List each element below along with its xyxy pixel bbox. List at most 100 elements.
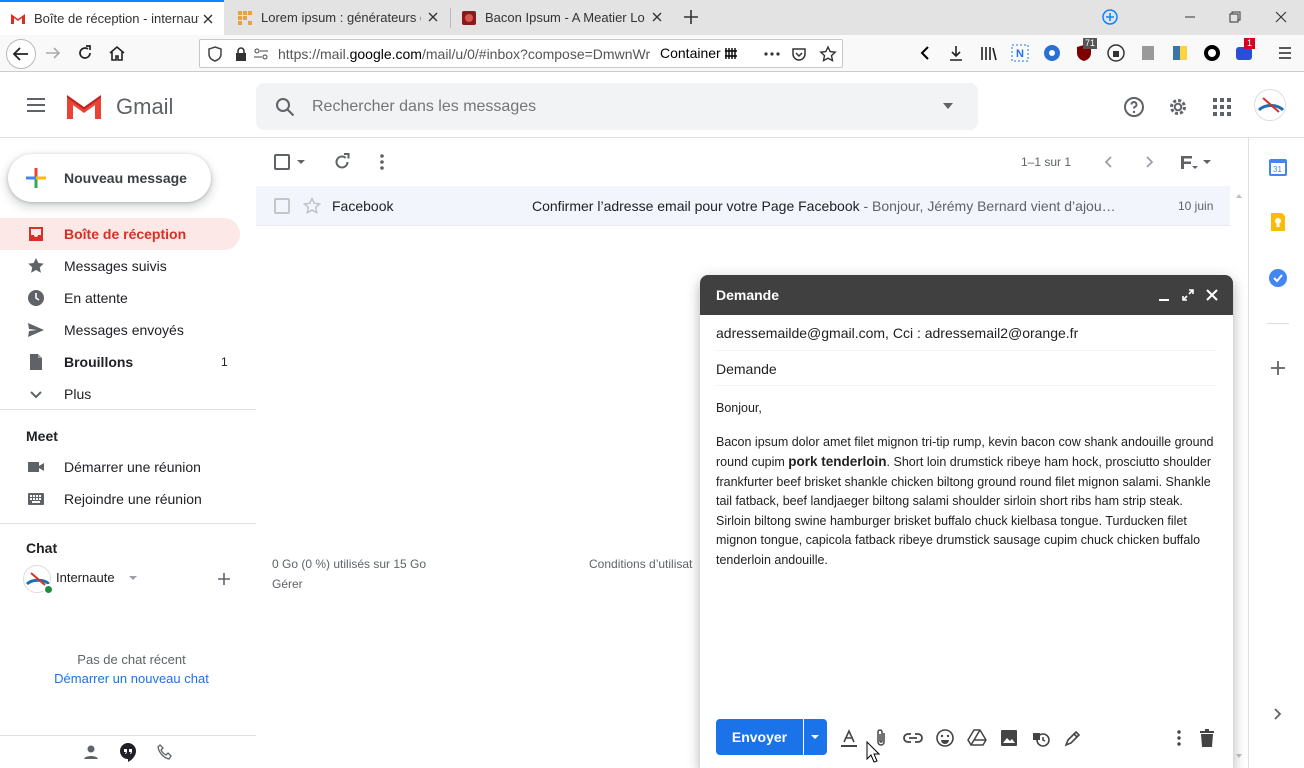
- restore-window-icon[interactable]: [1226, 8, 1244, 26]
- keep-icon[interactable]: [1268, 212, 1288, 232]
- contacts-person-icon[interactable]: [83, 744, 99, 760]
- hamburger-menu-icon[interactable]: [1276, 44, 1294, 62]
- add-addon-plus-icon[interactable]: [1269, 359, 1287, 377]
- settings-gear-icon[interactable]: [1166, 95, 1190, 119]
- discard-trash-icon[interactable]: [1196, 727, 1218, 749]
- extension-n-icon[interactable]: N: [1011, 44, 1029, 62]
- tasks-icon[interactable]: [1268, 268, 1288, 288]
- minimize-icon[interactable]: [1157, 288, 1171, 302]
- url-text[interactable]: https://mail.google.com/mail/u/0/#inbox?…: [278, 46, 650, 62]
- compose-button[interactable]: Nouveau message: [8, 154, 211, 202]
- chat-status-dropdown-icon[interactable]: [128, 574, 138, 582]
- reload-icon[interactable]: [76, 44, 94, 62]
- search-icon[interactable]: [274, 96, 296, 118]
- close-icon[interactable]: [1205, 288, 1219, 302]
- minimize-window-icon[interactable]: [1181, 8, 1199, 26]
- pocket-icon[interactable]: [791, 46, 807, 62]
- fullscreen-icon[interactable]: [1181, 288, 1195, 302]
- meet-start-item[interactable]: Démarrer une réunion: [0, 451, 240, 483]
- tab-bacon[interactable]: Bacon Ipsum - A Meatier Lorem: [451, 0, 673, 35]
- nav-item-snoozed[interactable]: En attente: [0, 282, 240, 314]
- close-tab-icon[interactable]: [649, 9, 665, 25]
- row-checkbox[interactable]: [274, 198, 290, 214]
- meet-join-item[interactable]: Rejoindre une réunion: [0, 483, 240, 515]
- nav-item-drafts[interactable]: Brouillons 1: [0, 346, 240, 378]
- message-body[interactable]: Bonjour, Bacon ipsum dolor amet filet mi…: [716, 399, 1216, 570]
- previous-page-icon[interactable]: [1101, 154, 1117, 170]
- back-button[interactable]: [6, 39, 36, 69]
- permissions-icon[interactable]: [253, 46, 269, 62]
- signature-pen-icon[interactable]: [1062, 727, 1084, 749]
- container-badge[interactable]: Container: [652, 42, 744, 65]
- page-actions-icon[interactable]: [763, 46, 781, 62]
- download-icon[interactable]: [947, 44, 965, 62]
- next-page-icon[interactable]: [1141, 154, 1157, 170]
- home-icon[interactable]: [108, 44, 126, 62]
- library-icon[interactable]: [979, 44, 997, 62]
- emoji-icon[interactable]: [934, 727, 956, 749]
- bookmark-star-icon[interactable]: [819, 45, 837, 63]
- insert-photo-icon[interactable]: [998, 727, 1020, 749]
- subject-field[interactable]: Demande: [716, 351, 1216, 386]
- terms-link[interactable]: Conditions d’utilisat: [589, 557, 692, 571]
- confidential-mode-icon[interactable]: [1030, 727, 1052, 749]
- forward-icon[interactable]: [44, 44, 62, 62]
- nav-item-sent[interactable]: Messages envoyés: [0, 314, 240, 346]
- scrollbar[interactable]: [1235, 190, 1243, 768]
- insert-link-icon[interactable]: [902, 727, 924, 749]
- expand-panel-chevron-icon[interactable]: [1271, 707, 1285, 721]
- phone-icon[interactable]: [157, 744, 173, 760]
- close-tab-icon[interactable]: [425, 9, 441, 25]
- extension-puzzle-icon[interactable]: [1139, 44, 1157, 62]
- nav-item-more[interactable]: Plus: [0, 378, 240, 410]
- start-chat-link[interactable]: Démarrer un nouveau chat: [0, 671, 263, 686]
- search-options-icon[interactable]: [940, 100, 956, 112]
- more-options-icon[interactable]: [1168, 727, 1190, 749]
- help-icon[interactable]: [1122, 95, 1146, 119]
- send-options-button[interactable]: [804, 719, 827, 755]
- apps-grid-icon[interactable]: [1210, 95, 1234, 119]
- extension-mail-icon[interactable]: 1: [1235, 38, 1256, 62]
- extension-circle-icon[interactable]: [1203, 44, 1221, 62]
- manage-storage-link[interactable]: Gérer: [272, 577, 303, 591]
- recipients-field[interactable]: adressemailde@gmail.com, Cci : adressema…: [716, 315, 1216, 351]
- main-menu-icon[interactable]: [24, 93, 48, 117]
- table-row[interactable]: Facebook Confirmer l’adresse email pour …: [256, 186, 1230, 226]
- close-window-icon[interactable]: [1272, 8, 1290, 26]
- ublock-icon[interactable]: 71: [1075, 38, 1098, 62]
- new-tab-icon[interactable]: [681, 7, 701, 27]
- gmail-logo-icon[interactable]: [64, 92, 104, 120]
- select-all-checkbox[interactable]: [274, 154, 290, 170]
- refresh-icon[interactable]: [332, 152, 352, 172]
- nav-item-starred[interactable]: Messages suivis: [0, 250, 240, 282]
- google-drive-icon[interactable]: [966, 727, 988, 749]
- new-chat-plus-icon[interactable]: [216, 571, 232, 587]
- send-options-dropdown-icon: [810, 733, 820, 741]
- search-bar[interactable]: [256, 83, 978, 130]
- close-tab-icon[interactable]: [200, 11, 216, 27]
- tracking-shield-icon[interactable]: [207, 46, 223, 62]
- tab-gmail[interactable]: Boîte de réception - internaute: [0, 0, 224, 35]
- url-bar[interactable]: https://mail.google.com/mail/u/0/#inbox?…: [199, 39, 843, 68]
- compose-header[interactable]: Demande: [700, 275, 1233, 315]
- search-input[interactable]: [312, 95, 912, 119]
- chat-user-name[interactable]: Internaute: [56, 570, 115, 585]
- padlock-icon[interactable]: [233, 46, 249, 62]
- extension-python-icon[interactable]: [1171, 44, 1189, 62]
- account-avatar[interactable]: [1254, 89, 1286, 121]
- privacy-badger-icon[interactable]: [1107, 44, 1125, 62]
- more-options-icon[interactable]: [372, 152, 392, 172]
- select-dropdown-icon[interactable]: [296, 158, 306, 166]
- input-tools-icon[interactable]: [1178, 152, 1198, 172]
- nav-item-inbox[interactable]: Boîte de réception: [0, 218, 240, 250]
- input-tools-dropdown-icon[interactable]: [1202, 158, 1212, 166]
- container-indicator-icon[interactable]: [1101, 8, 1119, 26]
- star-outline-icon[interactable]: [303, 197, 321, 215]
- hangouts-icon[interactable]: [118, 742, 138, 762]
- tab-lorem[interactable]: Lorem ipsum : générateurs de f: [227, 0, 449, 35]
- extension-gear-icon[interactable]: [1043, 44, 1061, 62]
- text-format-icon[interactable]: [838, 727, 860, 749]
- chevron-left-icon[interactable]: [916, 44, 934, 62]
- calendar-icon[interactable]: 31: [1268, 157, 1288, 177]
- send-button[interactable]: Envoyer: [716, 719, 803, 755]
